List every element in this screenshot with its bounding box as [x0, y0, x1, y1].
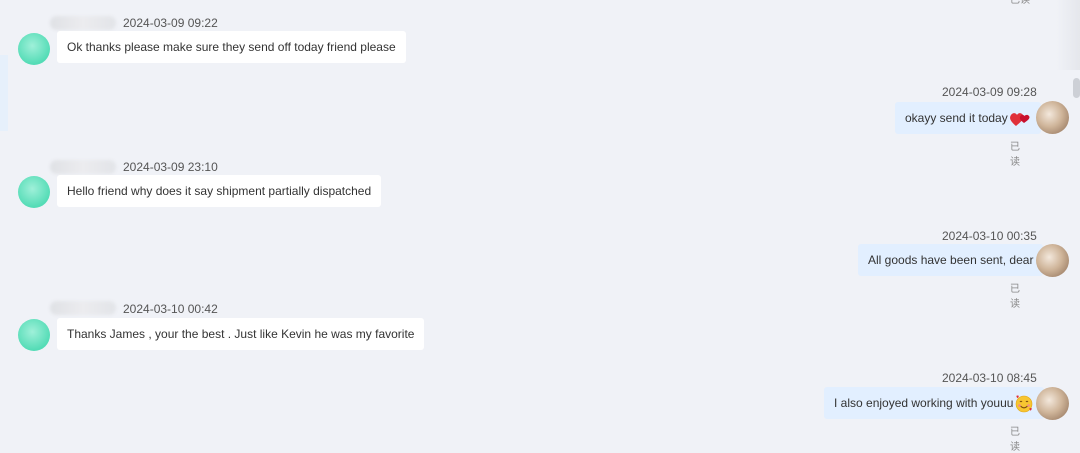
- message-timestamp: 2024-03-10 08:45: [942, 371, 1037, 385]
- smiling-face-hearts-emoji: [1016, 395, 1033, 413]
- read-status: 已读: [1010, 284, 1020, 310]
- hearts-emoji: [1009, 112, 1030, 126]
- customer-avatar[interactable]: [18, 176, 50, 208]
- message-text: I also enjoyed working with youuu: [834, 396, 1014, 410]
- message-timestamp: 2024-03-10 00:35: [942, 229, 1037, 243]
- customer-avatar[interactable]: [18, 319, 50, 351]
- message-text: okayy send it today: [905, 111, 1008, 125]
- sender-name-blurred: [50, 301, 116, 315]
- message-bubble: okayy send it today: [895, 102, 1041, 134]
- message-bubble: Thanks James , your the best . Just like…: [57, 318, 425, 350]
- seller-avatar[interactable]: [1036, 101, 1069, 134]
- message-timestamp: 2024-03-10 00:42: [123, 302, 218, 316]
- chat-thread: 已读 2024-03-09 09:22 Ok thanks please mak…: [0, 0, 1080, 453]
- read-status: 已读: [1010, 142, 1020, 168]
- sender-name-blurred: [50, 16, 116, 30]
- message-bubble: Ok thanks please make sure they send off…: [57, 31, 406, 63]
- read-status: 已读: [1010, 427, 1020, 453]
- customer-avatar[interactable]: [18, 33, 50, 65]
- message-timestamp: 2024-03-09 09:22: [123, 16, 218, 30]
- message-timestamp: 2024-03-09 23:10: [123, 160, 218, 174]
- left-panel-edge: [0, 55, 8, 131]
- sender-name-blurred: [50, 160, 116, 174]
- message-bubble: All goods have been sent, dear: [858, 244, 1044, 276]
- message-timestamp: 2024-03-09 09:28: [942, 85, 1037, 99]
- message-bubble: I also enjoyed working with youuu: [824, 387, 1045, 419]
- scrollbar-thumb[interactable]: [1073, 78, 1080, 98]
- seller-avatar[interactable]: [1036, 387, 1069, 420]
- seller-avatar[interactable]: [1036, 244, 1069, 277]
- read-status: 已读: [1010, 0, 1030, 6]
- message-bubble: Hello friend why does it say shipment pa…: [57, 175, 382, 207]
- scrollbar-track: [1056, 0, 1080, 70]
